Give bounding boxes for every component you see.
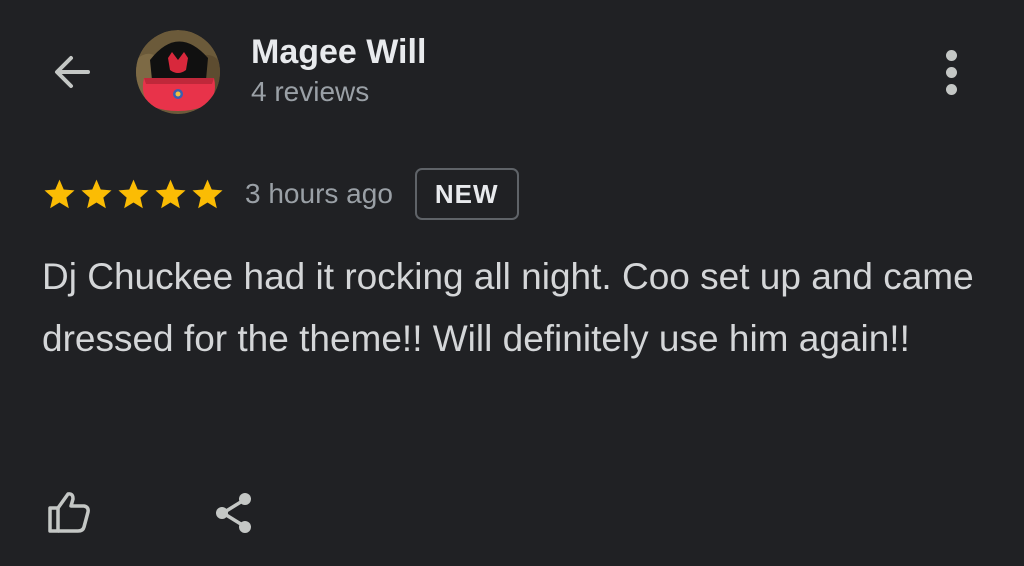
like-button[interactable]: [40, 484, 96, 540]
more-vertical-icon: [945, 49, 957, 61]
avatar[interactable]: [136, 30, 220, 114]
avatar-image: [136, 30, 220, 114]
more-options-button[interactable]: [926, 44, 976, 100]
more-vertical-icon-dot: [945, 66, 957, 78]
star-icon: [118, 179, 149, 208]
star-icon: [44, 179, 75, 208]
review-text: Dj Chuckee had it rocking all night. Coo…: [42, 256, 974, 359]
star-icon: [192, 179, 223, 208]
reviewer-name[interactable]: Magee Will: [251, 32, 426, 72]
star-icon: [81, 179, 112, 208]
more-vertical-icon-dot: [945, 83, 957, 95]
share-button[interactable]: [206, 484, 262, 540]
review-meta: 3 hours ago NEW: [42, 166, 519, 222]
thumbs-up-icon: [48, 492, 90, 533]
star-icon: [155, 179, 186, 208]
review-detail-page: Magee Will 4 reviews 3 hours ago NEW Dj …: [0, 0, 1024, 566]
star-rating: [42, 177, 225, 212]
share-icon: [216, 493, 251, 533]
review-count: 4 reviews: [251, 76, 370, 107]
arrow-left-icon: [55, 56, 90, 88]
new-badge: NEW: [414, 168, 519, 220]
review-time: 3 hours ago: [245, 178, 393, 209]
back-button[interactable]: [46, 46, 98, 98]
